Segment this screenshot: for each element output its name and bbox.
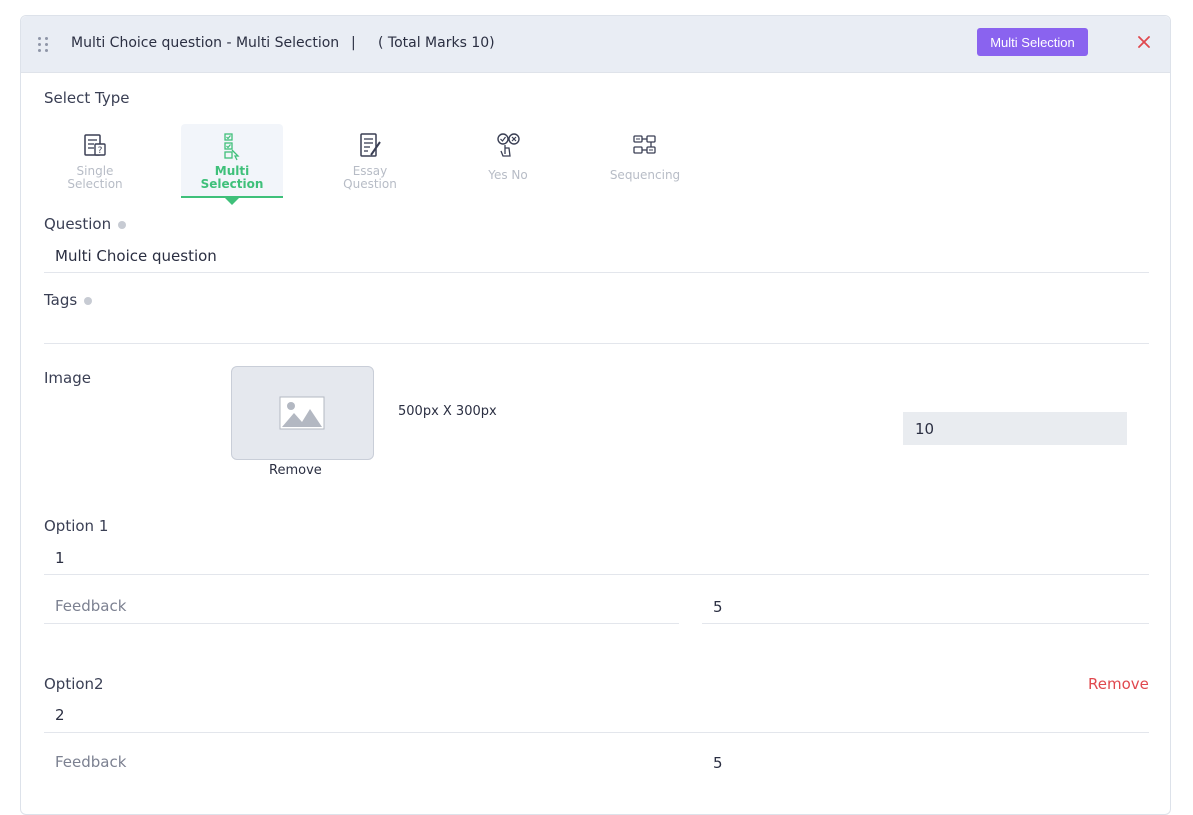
option-1-feedback-input[interactable] <box>55 597 655 615</box>
tags-label: Tags <box>44 291 93 309</box>
image-size-hint: 500px X 300px <box>398 404 497 419</box>
type-essay-question[interactable]: Essay Question <box>319 124 421 196</box>
type-label-line1: Yes No <box>488 168 528 182</box>
tags-underline <box>44 343 1149 344</box>
yes-no-icon <box>497 133 520 157</box>
option-2-label: Option2 <box>44 675 104 693</box>
single-selection-icon: ? <box>84 134 106 156</box>
question-label: Question <box>44 215 127 233</box>
card-header: Multi Choice question - Multi Selection … <box>21 16 1170 73</box>
type-label-line2: Question <box>343 177 397 191</box>
type-label-line2: Selection <box>200 177 264 191</box>
option-1-score-underline <box>702 623 1149 624</box>
sequencing-icon <box>633 135 656 154</box>
option-1-score-input[interactable]: 5 <box>713 598 723 616</box>
svg-text:?: ? <box>98 146 103 156</box>
question-title: Multi Choice question - Multi Selection <box>71 35 340 51</box>
multi-selection-icon <box>224 133 240 161</box>
info-icon <box>118 220 127 229</box>
type-label-line2: Selection <box>67 177 123 191</box>
option-2-underline <box>44 732 1149 733</box>
drag-handle-icon[interactable] <box>38 37 50 53</box>
question-card: Multi Choice question - Multi Selection … <box>20 15 1171 815</box>
question-type-badge[interactable]: Multi Selection <box>977 28 1088 56</box>
option-1-underline <box>44 574 1149 575</box>
type-single-selection[interactable]: ? Single Selection <box>44 124 146 196</box>
info-icon <box>84 296 93 305</box>
option-2-remove-link[interactable]: Remove <box>1088 675 1149 693</box>
image-placeholder-icon <box>279 396 325 430</box>
image-remove-link[interactable]: Remove <box>269 463 322 478</box>
question-input[interactable]: Multi Choice question <box>55 247 217 265</box>
active-type-indicator <box>225 198 239 205</box>
title-separator: | <box>351 35 356 51</box>
total-marks: ( Total Marks 10) <box>378 35 495 51</box>
essay-question-icon <box>360 133 381 157</box>
image-label: Image <box>44 369 91 387</box>
image-upload-box[interactable] <box>231 366 374 460</box>
question-underline <box>44 272 1149 273</box>
type-yes-no[interactable]: Yes No <box>457 124 559 196</box>
close-icon[interactable] <box>1135 33 1153 51</box>
type-label-line1: Sequencing <box>609 168 681 182</box>
type-multi-selection[interactable]: Multi Selection <box>181 124 283 198</box>
option-1-label: Option 1 <box>44 517 109 535</box>
option-1-feedback-underline <box>44 623 679 624</box>
option-2-score-input[interactable]: 5 <box>713 754 723 772</box>
option-1-input[interactable]: 1 <box>55 549 65 567</box>
select-type-label: Select Type <box>44 89 130 107</box>
type-sequencing[interactable]: Sequencing <box>594 124 696 196</box>
option-2-input[interactable]: 2 <box>55 706 65 724</box>
option-2-feedback-input[interactable] <box>55 753 655 771</box>
marks-input[interactable]: 10 <box>903 412 1127 445</box>
